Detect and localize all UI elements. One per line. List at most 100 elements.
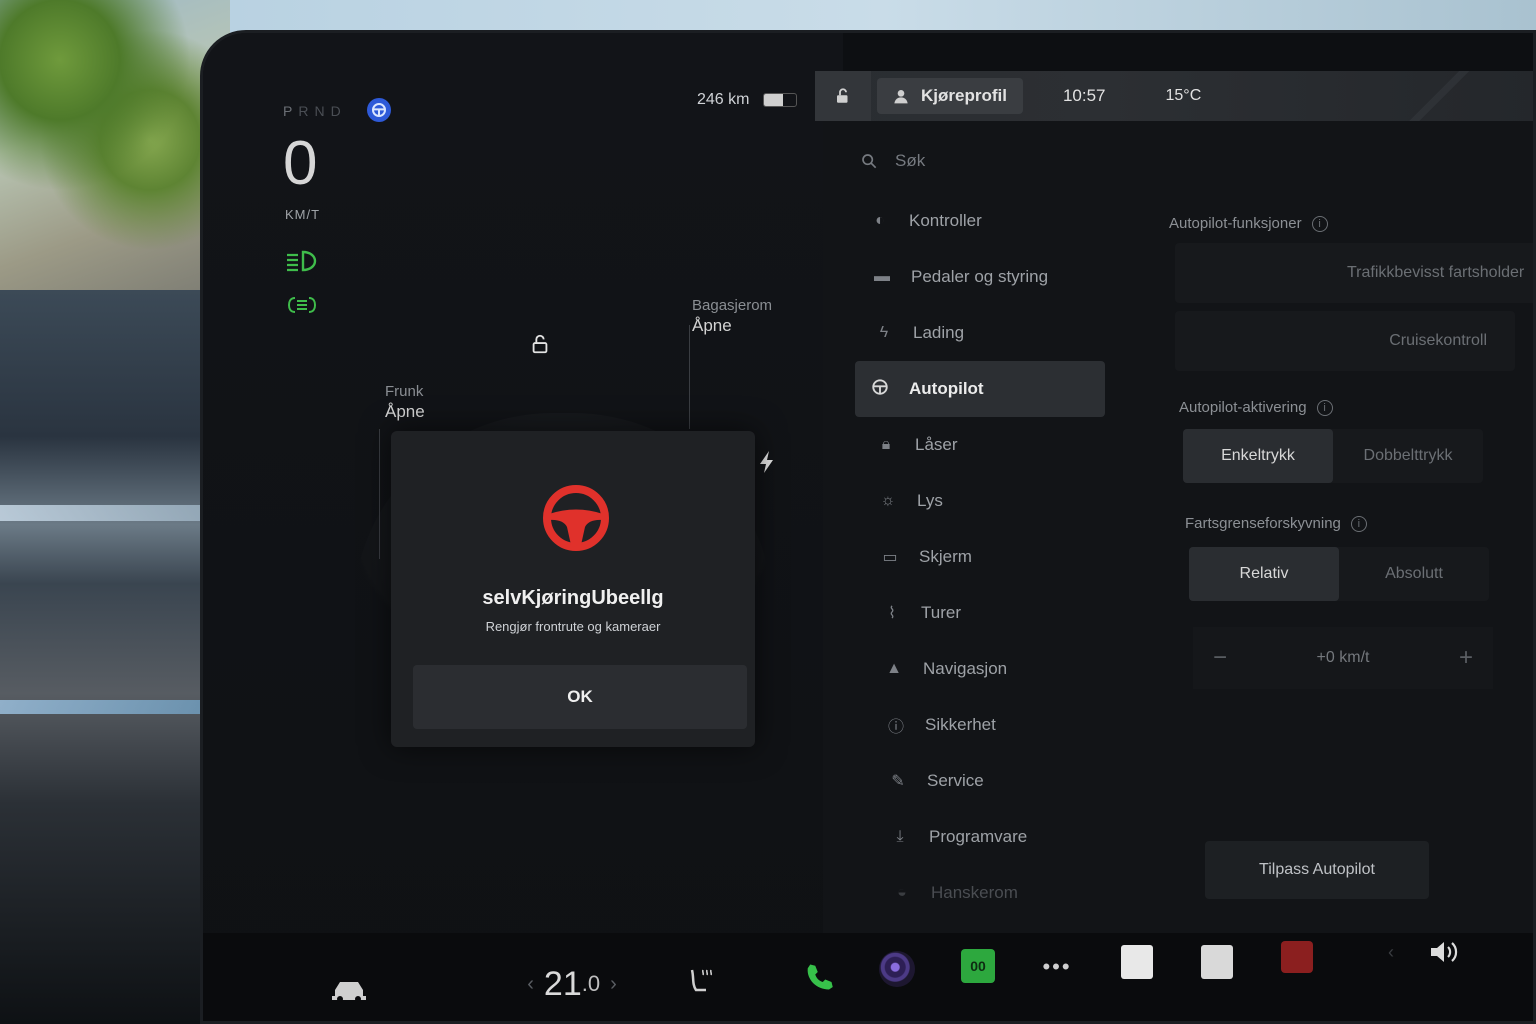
map-preview[interactable] bbox=[1339, 71, 1533, 121]
seat-heater-icon[interactable] bbox=[679, 961, 723, 1001]
dashboard-highlight bbox=[0, 505, 210, 521]
navigation-icon: ▲ bbox=[886, 660, 902, 677]
range-readout: 246 km bbox=[697, 91, 750, 108]
single-press-option[interactable]: Enkeltrykk bbox=[1183, 429, 1333, 483]
car-icon[interactable] bbox=[327, 973, 371, 1007]
menu-item-label: Skjerm bbox=[919, 547, 972, 566]
gear-selector: PRND bbox=[283, 103, 347, 119]
menu-item-turer[interactable]: ⌇ Turer bbox=[855, 585, 1115, 641]
menu-item-label: Lading bbox=[913, 323, 965, 342]
autopilot-status-icon bbox=[367, 98, 391, 122]
cabin-temp-value[interactable]: 21 bbox=[544, 965, 582, 1004]
menu-item-label: Låser bbox=[915, 435, 958, 454]
menu-item-label: Lys bbox=[917, 491, 943, 510]
download-icon: ⤓ bbox=[896, 828, 904, 845]
menu-item-label: Navigasjon bbox=[923, 659, 1008, 678]
temp-down-chevron-icon[interactable]: ‹ bbox=[527, 973, 534, 996]
ok-button[interactable]: OK bbox=[413, 665, 747, 729]
increase-button[interactable]: + bbox=[1459, 644, 1473, 672]
gear-d: D bbox=[330, 103, 347, 119]
menu-item-label: Kontroller bbox=[909, 211, 982, 230]
gear-n: N bbox=[314, 103, 331, 119]
frunk-control[interactable]: Frunk Åpne bbox=[385, 383, 425, 422]
cabin-temp-decimal: .0 bbox=[581, 971, 601, 996]
menu-item-pedaler[interactable]: ▬ Pedaler og styring bbox=[855, 249, 1115, 305]
menu-item-sikkerhet[interactable]: ⓘ Sikkerhet bbox=[855, 697, 1115, 753]
app-icon-1[interactable] bbox=[1121, 945, 1153, 979]
menu-item-label: Programvare bbox=[929, 827, 1028, 846]
menu-item-autopilot[interactable]: Autopilot bbox=[855, 361, 1105, 417]
camera-icon[interactable] bbox=[879, 951, 915, 987]
gear-p: P bbox=[283, 103, 299, 119]
menu-item-laser[interactable]: 🔒︎ Låser bbox=[855, 417, 1115, 473]
lock-icon: 🔒︎ bbox=[881, 436, 891, 453]
menu-item-kontroller[interactable]: ◐ Kontroller bbox=[855, 193, 1115, 249]
trunk-control[interactable]: Bagasjerom Åpne bbox=[692, 297, 772, 336]
relative-option[interactable]: Relativ bbox=[1189, 547, 1339, 601]
feature-empty-slot bbox=[1175, 243, 1335, 303]
bolt-icon: ϟ bbox=[879, 324, 889, 341]
settings-menu: ◐ Kontroller ▬ Pedaler og styring ϟ Ladi… bbox=[855, 193, 1115, 921]
volume-icon[interactable] bbox=[1425, 937, 1465, 967]
fog-light-icon bbox=[285, 293, 321, 319]
menu-item-programvare[interactable]: ⤓ Programvare bbox=[855, 809, 1115, 865]
frunk-label: Frunk bbox=[385, 383, 424, 400]
volume-down-chevron-icon[interactable]: ‹ bbox=[1383, 937, 1399, 967]
feature-cruise-option[interactable]: Cruisekontroll bbox=[1175, 311, 1515, 371]
autopilot-features-heading: Autopilot-funksjoner i bbox=[1169, 215, 1328, 232]
search-input[interactable]: Søk bbox=[895, 151, 925, 171]
decrease-button[interactable]: − bbox=[1213, 644, 1227, 672]
alert-message: Rengjør frontrute og kameraer bbox=[485, 619, 661, 634]
info-icon[interactable]: i bbox=[1350, 515, 1367, 532]
trunk-open-button[interactable]: Åpne bbox=[692, 316, 772, 336]
menu-item-label: Hanskerom bbox=[931, 883, 1018, 902]
steering-wheel-icon bbox=[543, 485, 609, 551]
unlock-icon[interactable] bbox=[815, 71, 871, 121]
dashboard-trim bbox=[0, 290, 220, 1024]
menu-item-skjerm[interactable]: ▭ Skjerm bbox=[855, 529, 1115, 585]
user-icon bbox=[894, 90, 908, 104]
clock: 10:57 bbox=[1062, 86, 1106, 105]
arcade-icon[interactable]: 00 bbox=[961, 949, 995, 983]
autopilot-activation-label: Autopilot-aktivering bbox=[1179, 399, 1307, 416]
trips-icon: ⌇ bbox=[888, 605, 896, 622]
trunk-callout-line bbox=[689, 325, 690, 429]
driver-profile-button[interactable]: Kjøreprofil bbox=[877, 78, 1023, 114]
double-press-option[interactable]: Dobbelttrykk bbox=[1333, 429, 1483, 483]
battery-icon bbox=[763, 93, 797, 107]
touchscreen: PRND 0 KM/T 246 km Kjøreprofil 10:57 15°… bbox=[200, 30, 1536, 1024]
frunk-open-button[interactable]: Åpne bbox=[385, 402, 425, 422]
autopilot-activation-heading: Autopilot-aktivering i bbox=[1179, 399, 1333, 416]
wrench-icon: ✎ bbox=[891, 773, 905, 790]
menu-item-navigasjon[interactable]: ▲ Navigasjon bbox=[855, 641, 1115, 697]
phone-icon[interactable] bbox=[797, 955, 841, 999]
settings-search[interactable]: Søk bbox=[861, 151, 925, 171]
car-icon: ▬ bbox=[874, 268, 890, 285]
menu-item-lys[interactable]: ☼ Lys bbox=[855, 473, 1115, 529]
menu-item-hanskerom[interactable]: ◒ Hanskerom bbox=[855, 865, 1115, 921]
sun-icon: ☼ bbox=[880, 492, 896, 509]
steering-wheel-icon bbox=[869, 378, 891, 401]
info-icon[interactable]: i bbox=[1311, 215, 1328, 232]
gear-r: R bbox=[298, 103, 315, 119]
customize-autopilot-button[interactable]: Tilpass Autopilot bbox=[1205, 841, 1429, 899]
glovebox-icon: ◒ bbox=[897, 884, 907, 901]
app-icon-2[interactable] bbox=[1201, 945, 1233, 979]
dashboard-ambient-light bbox=[0, 700, 215, 714]
speed-offset-stepper: − +0 km/t + bbox=[1193, 627, 1493, 689]
background-scenery bbox=[0, 0, 230, 300]
menu-item-lading[interactable]: ϟ Lading bbox=[855, 305, 1115, 361]
menu-item-label: Service bbox=[927, 771, 984, 790]
toggle-icon: ◐ bbox=[875, 212, 885, 229]
more-apps-icon[interactable]: ••• bbox=[1039, 954, 1075, 979]
charge-port-icon[interactable] bbox=[759, 451, 775, 479]
low-beam-icon bbox=[285, 249, 321, 275]
outside-temperature: 15°C bbox=[1165, 87, 1202, 104]
feature-tacc-option[interactable]: Trafikkbevisst fartsholder bbox=[1335, 243, 1533, 303]
temp-up-chevron-icon[interactable]: › bbox=[610, 973, 617, 996]
door-unlock-icon[interactable] bbox=[529, 333, 551, 360]
info-icon[interactable]: i bbox=[1316, 399, 1333, 416]
menu-item-service[interactable]: ✎ Service bbox=[855, 753, 1115, 809]
app-icon-3[interactable] bbox=[1281, 941, 1313, 973]
absolute-option[interactable]: Absolutt bbox=[1339, 547, 1489, 601]
